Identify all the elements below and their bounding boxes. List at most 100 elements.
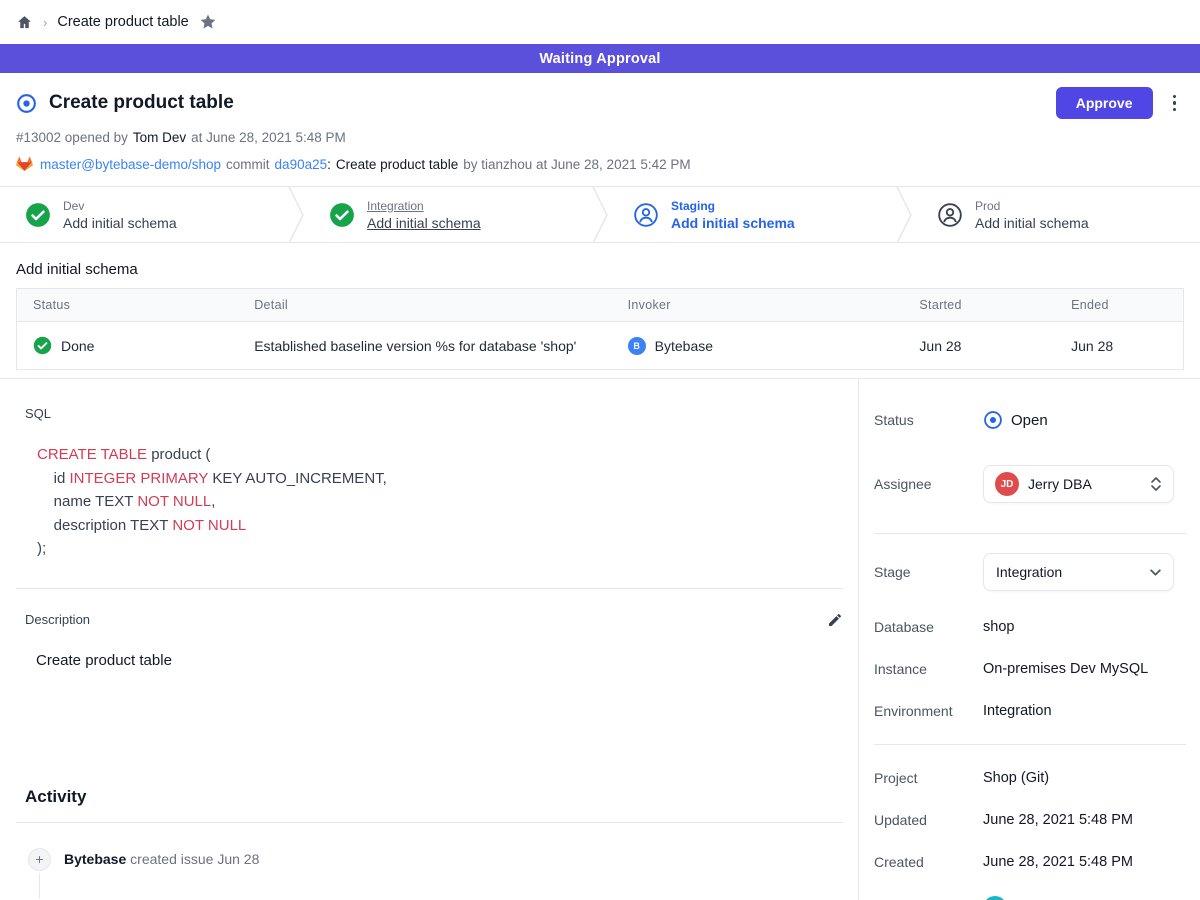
- commit-message: Create product table: [336, 157, 458, 172]
- activity-actor: Bytebase: [64, 851, 126, 867]
- task-table: Status Detail Invoker Started Ended Done…: [16, 288, 1184, 370]
- divider: [874, 744, 1186, 745]
- sidebar-row-instance: Instance On-premises Dev MySQL: [874, 661, 1186, 677]
- commit-line: master@bytebase-demo/shop commit da90a25…: [16, 156, 1184, 172]
- stage-label: Stage: [874, 564, 983, 580]
- person-circle-icon: [633, 202, 659, 228]
- sidebar-row-creator: Creator TD Tom Dev: [874, 896, 1186, 900]
- banner-text: Waiting Approval: [539, 51, 660, 67]
- commit-branch-link[interactable]: master@bytebase-demo/shop: [40, 157, 221, 172]
- issue-header: Create product table Approve #13002 open…: [0, 73, 1200, 186]
- more-actions-icon[interactable]: [1165, 89, 1185, 118]
- assignee-select[interactable]: JD Jerry DBA: [983, 465, 1174, 503]
- created-value: June 28, 2021 5:48 PM: [983, 854, 1133, 870]
- stage-dev[interactable]: Dev Add initial schema: [0, 187, 288, 242]
- task-section-title: Add initial schema: [16, 261, 1184, 278]
- status-label: Status: [874, 412, 983, 428]
- invoker-avatar: B: [628, 337, 646, 355]
- status-value: Open: [1011, 412, 1048, 429]
- breadcrumb: › Create product table: [0, 0, 1200, 44]
- sidebar-row-assignee: Assignee JD Jerry DBA: [874, 465, 1186, 503]
- sidebar-row-created: Created June 28, 2021 5:48 PM: [874, 854, 1186, 870]
- status-banner: Waiting Approval: [0, 44, 1200, 73]
- edit-pencil-icon[interactable]: [827, 612, 843, 628]
- sidebar-row-database: Database shop: [874, 619, 1186, 635]
- activity-action: created issue Jun 28: [130, 851, 259, 867]
- sql-code: CREATE TABLE product ( id INTEGER PRIMAR…: [37, 443, 843, 561]
- stage-value: Integration: [995, 564, 1140, 580]
- task-ended: Jun 28: [1055, 322, 1183, 370]
- stage-env-label: Staging: [671, 199, 795, 213]
- instance-value: On-premises Dev MySQL: [983, 661, 1148, 677]
- issue-opened-time: at June 28, 2021 5:48 PM: [191, 130, 346, 145]
- plus-icon: +: [28, 848, 51, 871]
- stage-separator: [288, 187, 304, 242]
- done-check-icon: [33, 336, 52, 355]
- created-label: Created: [874, 854, 983, 870]
- divider: [16, 822, 843, 823]
- stage-task-label: Add initial schema: [367, 215, 481, 231]
- issue-detail-panel: SQL CREATE TABLE product ( id INTEGER PR…: [0, 379, 858, 900]
- check-circle-icon: [25, 202, 51, 228]
- stage-env-label: Integration: [367, 199, 481, 213]
- stage-staging[interactable]: Staging Add initial schema: [608, 187, 896, 242]
- stage-separator: [592, 187, 608, 242]
- stage-prod[interactable]: Prod Add initial schema: [912, 187, 1200, 242]
- stage-task-label: Add initial schema: [975, 215, 1089, 231]
- task-invoker: Bytebase: [655, 338, 713, 354]
- issue-open-icon: [16, 93, 37, 114]
- task-started: Jun 28: [903, 322, 1055, 370]
- chevron-right-icon: ›: [43, 15, 47, 30]
- issue-author: Tom Dev: [133, 130, 186, 145]
- col-status: Status: [17, 289, 239, 322]
- sidebar-row-status: Status Open: [874, 410, 1186, 430]
- gitlab-icon: [16, 156, 33, 172]
- project-value[interactable]: Shop (Git): [983, 770, 1049, 786]
- commit-hash-link[interactable]: da90a25: [275, 157, 328, 172]
- divider: [16, 588, 843, 589]
- divider: [874, 533, 1186, 534]
- timeline-connector: [39, 873, 40, 899]
- task-detail: Established baseline version %s for data…: [238, 322, 611, 370]
- open-radio-icon: [983, 410, 1003, 430]
- stage-integration[interactable]: Integration Add initial schema: [304, 187, 592, 242]
- environment-value: Integration: [983, 703, 1052, 719]
- issue-sidebar: Status Open Assignee JD Jerry DBA Stage …: [858, 379, 1200, 900]
- environment-label: Environment: [874, 703, 983, 719]
- updated-value: June 28, 2021 5:48 PM: [983, 812, 1133, 828]
- chevron-updown-icon: [1150, 476, 1162, 492]
- col-invoker: Invoker: [612, 289, 904, 322]
- sql-label: SQL: [25, 406, 843, 421]
- activity-title: Activity: [25, 787, 843, 807]
- issue-meta: #13002 opened by Tom Dev at June 28, 202…: [16, 130, 1184, 145]
- description-label: Description: [25, 612, 90, 627]
- creator-avatar: TD: [983, 896, 1007, 900]
- database-label: Database: [874, 619, 983, 635]
- star-icon[interactable]: [199, 13, 217, 31]
- assignee-avatar: JD: [995, 472, 1019, 496]
- task-status: Done: [61, 338, 94, 354]
- stage-separator: [896, 187, 912, 242]
- updated-label: Updated: [874, 812, 983, 828]
- stage-task-label: Add initial schema: [671, 215, 795, 231]
- activity-item: + Bytebase created issue Jun 28: [28, 848, 843, 871]
- col-ended: Ended: [1055, 289, 1183, 322]
- chevron-down-icon: [1149, 566, 1162, 579]
- stage-select[interactable]: Integration: [983, 553, 1174, 591]
- description-text[interactable]: Create product table: [36, 652, 843, 669]
- col-started: Started: [903, 289, 1055, 322]
- stage-task-label: Add initial schema: [63, 215, 177, 231]
- instance-label: Instance: [874, 661, 983, 677]
- table-row[interactable]: Done Established baseline version %s for…: [17, 322, 1184, 370]
- database-value: shop: [983, 619, 1014, 635]
- page-title: Create product table: [49, 92, 234, 114]
- approve-button[interactable]: Approve: [1056, 87, 1153, 119]
- home-icon[interactable]: [16, 14, 33, 31]
- breadcrumb-title[interactable]: Create product table: [57, 14, 188, 30]
- project-label: Project: [874, 770, 983, 786]
- person-circle-icon: [937, 202, 963, 228]
- assignee-label: Assignee: [874, 476, 983, 492]
- sidebar-row-stage: Stage Integration: [874, 553, 1186, 591]
- sidebar-row-project: Project Shop (Git): [874, 770, 1186, 786]
- stage-env-label: Dev: [63, 199, 177, 213]
